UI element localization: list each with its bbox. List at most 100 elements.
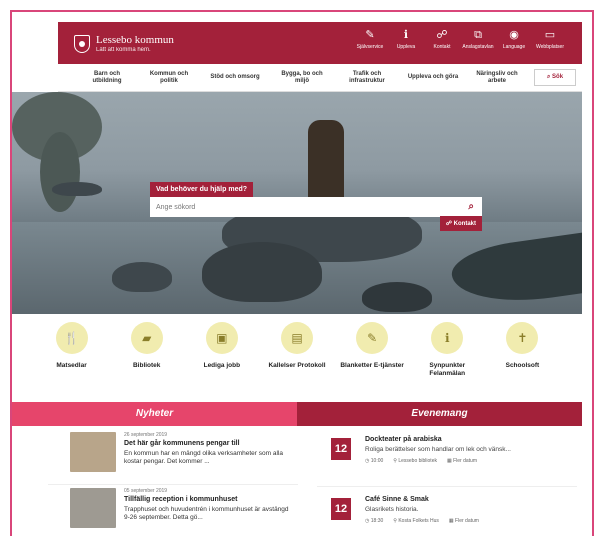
topnav-uppleva[interactable]: ℹ Uppleva — [388, 28, 424, 50]
news-thumbnail — [70, 432, 116, 472]
news-date: 05 september 2019 — [124, 488, 168, 494]
news-date: 26 september 2019 — [124, 432, 168, 438]
nav-item-naringsliv[interactable]: Näringsliv och arbete — [466, 71, 528, 85]
topnav-label: Kontakt — [433, 44, 451, 50]
top-bar: Lessebo kommun Lätt att komma hem. ✎ Sjä… — [58, 22, 582, 64]
topnav-selfservice[interactable]: ✎ Självservice — [352, 28, 388, 50]
fork-knife-icon: 🍴 — [55, 322, 88, 354]
news-item[interactable]: 05 september 2019 Tillfällig reception i… — [70, 488, 298, 536]
search-input[interactable]: Ange sökord ⌕ — [150, 197, 482, 217]
utility-nav: ✎ Självservice ℹ Uppleva ☍ Kontakt ⧉ Ans… — [352, 28, 568, 50]
globe-icon: ◉ — [509, 29, 519, 41]
kontakt-button[interactable]: ☍ Kontakt — [439, 216, 482, 231]
event-title: Dockteater på arabiska — [365, 436, 442, 443]
news-column: Nyheter 26 september 2019 Det här går ko… — [12, 402, 298, 528]
quicklink-label: Synpunkter Felanmälan — [429, 362, 466, 377]
nav-item-trafik[interactable]: Trafik och infrastruktur — [334, 71, 400, 85]
news-title: Tillfällig reception i kommunhuset — [124, 496, 238, 503]
tree-decoration — [40, 132, 80, 212]
quicklink-label: Kallelser Protokoll — [268, 362, 326, 369]
nav-item-bygga[interactable]: Bygga, bo och miljö — [270, 71, 334, 85]
news-thumbnail — [70, 488, 116, 528]
edit-icon: ✎ — [365, 29, 375, 41]
quicklink-bibliotek[interactable]: ▰ Bibliotek — [115, 322, 179, 370]
event-item[interactable]: 12 Café Sinne & Smak Glasrikets historia… — [331, 496, 583, 536]
chat-icon: ☍ — [436, 29, 448, 41]
news-header: Nyheter — [12, 402, 297, 426]
news-item[interactable]: 26 september 2019 Det här går kommunens … — [70, 432, 298, 480]
topnav-label: Uppleva — [396, 44, 416, 50]
site-name: Lessebo kommun — [96, 33, 174, 46]
info-icon: ℹ — [403, 29, 409, 41]
event-description: Roliga berättelser som handlar om lek oc… — [365, 446, 511, 453]
event-info: ◷ 18:30 ⚲ Kosta Folkets Hus ▦ Fler datum — [365, 518, 479, 524]
rock-decoration — [362, 282, 432, 312]
quicklink-label: Schoolsoft — [505, 362, 540, 369]
quicklink-lediga-jobb[interactable]: ▣ Lediga jobb — [190, 322, 254, 370]
event-item[interactable]: 12 Dockteater på arabiska Roliga berätte… — [331, 436, 583, 480]
quicklink-matsedlar[interactable]: 🍴 Matsedlar — [40, 322, 104, 370]
topnav-label: Webbplatser — [536, 44, 564, 50]
nav-item-uppleva[interactable]: Uppleva och göra — [400, 74, 466, 81]
event-place: Lessebo bibliotek — [398, 458, 437, 464]
quicklink-kallelser[interactable]: ▤ Kallelser Protokoll — [265, 322, 329, 370]
book-icon: ▰ — [130, 322, 163, 354]
event-date-badge: 12 — [331, 438, 351, 460]
quicklink-label: Lediga jobb — [203, 362, 241, 369]
search-box: Vad behöver du hjälp med? Ange sökord ⌕ … — [150, 178, 482, 231]
news-title: Det här går kommunens pengar till — [124, 440, 240, 447]
news-body: Trapphuset och huvudentrén i kommunhuset… — [124, 506, 289, 521]
search-button[interactable]: ⌕ Sök — [534, 69, 577, 86]
nav-item-kommun[interactable]: Kommun och politik — [138, 71, 200, 85]
event-day: 12 — [334, 443, 348, 455]
event-info: ◷ 10:00 ⚲ Lessebo bibliotek ▦ Fler datum — [365, 458, 477, 464]
search-heading: Vad behöver du hjälp med? — [150, 182, 254, 197]
event-description: Glasrikets historia. — [365, 506, 419, 513]
person-icon: ✝ — [506, 322, 539, 354]
kontakt-label: Kontakt — [453, 221, 476, 227]
event-more-dates: Fler datum — [455, 518, 479, 524]
document-icon: ▤ — [280, 322, 313, 354]
event-title: Café Sinne & Smak — [365, 496, 429, 503]
event-time: 18:30 — [370, 518, 384, 524]
quicklink-label: Blanketter E-tjänster — [340, 362, 404, 369]
topnav-label: Självservice — [356, 44, 384, 50]
topnav-webbplatser[interactable]: ▭ Webbplatser — [532, 28, 568, 50]
event-more-dates: Fler datum — [453, 458, 478, 464]
event-date-badge: 12 — [331, 498, 351, 520]
divider — [48, 484, 298, 485]
topnav-language[interactable]: ◉ Language — [496, 28, 532, 50]
site-tagline: Lätt att komma hem. — [96, 46, 151, 53]
event-day: 12 — [334, 503, 348, 515]
bulletin-icon: ⧉ — [474, 29, 482, 41]
quicklink-label: Matsedlar — [56, 362, 87, 369]
briefcase-icon: ▣ — [205, 322, 238, 354]
quicklink-schoolsoft[interactable]: ✝ Schoolsoft — [490, 322, 554, 370]
info-icon: ℹ — [431, 322, 464, 354]
divider — [317, 486, 577, 487]
rock-decoration — [112, 262, 172, 292]
chat-icon: ☍ — [445, 221, 454, 227]
site-logo[interactable]: Lessebo kommun Lätt att komma hem. — [74, 30, 174, 58]
rock-decoration — [52, 182, 102, 196]
quicklink-synpunkter[interactable]: ℹ Synpunkter Felanmälan — [415, 322, 479, 378]
topnav-label: Language — [502, 44, 526, 50]
event-place: Kosta Folkets Hus — [398, 518, 439, 524]
nav-item-barn[interactable]: Barn och utbildning — [76, 71, 138, 85]
event-time: 10:00 — [370, 458, 384, 464]
search-label: Sök — [552, 74, 564, 80]
rock-decoration — [202, 242, 322, 302]
topnav-anslagstavlan[interactable]: ⧉ Anslagstavlan — [460, 28, 496, 50]
main-nav: Barn och utbildning Kommun och politik S… — [58, 64, 582, 92]
monitor-icon: ▭ — [544, 29, 556, 41]
quicklink-blanketter[interactable]: ✎ Blanketter E-tjänster — [340, 322, 404, 370]
topnav-label: Anslagstavlan — [462, 44, 494, 50]
events-header: Evenemang — [297, 402, 582, 426]
search-icon[interactable]: ⌕ — [468, 201, 474, 212]
news-body: En kommun har en mängd olika verksamhete… — [124, 450, 283, 465]
coat-of-arms-icon — [74, 35, 90, 53]
nav-item-stod[interactable]: Stöd och omsorg — [200, 74, 270, 81]
topnav-kontakt[interactable]: ☍ Kontakt — [424, 28, 460, 50]
news-events-section: Nyheter 26 september 2019 Det här går ko… — [12, 402, 583, 528]
search-placeholder: Ange sökord — [156, 203, 196, 211]
